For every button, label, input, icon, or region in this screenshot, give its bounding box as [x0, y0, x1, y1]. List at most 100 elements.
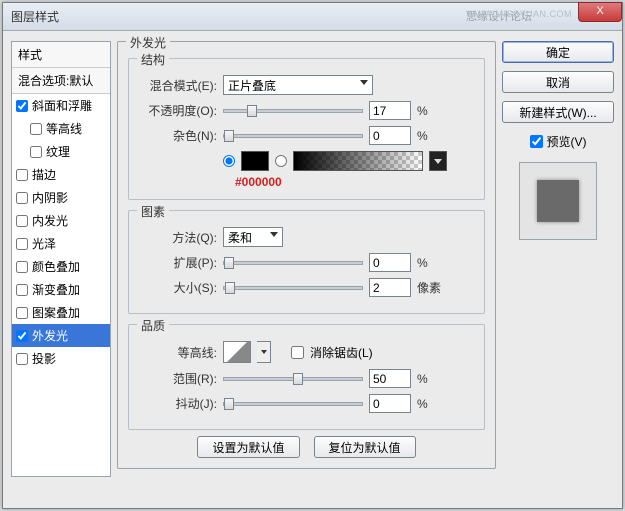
close-button[interactable]: X [578, 2, 622, 22]
sidebar-item-8[interactable]: 渐变叠加 [12, 278, 110, 301]
style-checkbox[interactable] [16, 307, 28, 319]
sidebar-blend-options[interactable]: 混合选项:默认 [12, 68, 110, 94]
technique-value: 柔和 [228, 229, 252, 246]
sidebar-item-11[interactable]: 投影 [12, 347, 110, 370]
hex-annotation: #000000 [235, 175, 474, 189]
blend-mode-select[interactable]: 正片叠底 [223, 75, 373, 95]
sidebar-item-1[interactable]: 等高线 [12, 117, 110, 140]
sidebar-item-2[interactable]: 纹理 [12, 140, 110, 163]
reset-default-button[interactable]: 复位为默认值 [314, 436, 416, 458]
style-checkbox[interactable] [16, 330, 28, 342]
range-label: 范围(R): [139, 370, 217, 387]
sidebar-item-10[interactable]: 外发光 [12, 324, 110, 347]
sidebar-item-0[interactable]: 斜面和浮雕 [12, 94, 110, 117]
sidebar-item-label: 光泽 [32, 235, 56, 252]
preview-check-row: 预览(V) [502, 133, 614, 150]
style-checkbox[interactable] [30, 123, 42, 135]
structure-group: 结构 混合模式(E): 正片叠底 不透明度(O): % 杂色( [128, 58, 485, 200]
style-checkbox[interactable] [30, 146, 42, 158]
contour-picker[interactable] [223, 341, 251, 363]
sidebar-item-label: 内发光 [32, 212, 68, 229]
size-unit: 像素 [417, 279, 441, 296]
style-checkbox[interactable] [16, 353, 28, 365]
contour-label: 等高线: [139, 344, 217, 361]
style-checkbox[interactable] [16, 238, 28, 250]
sidebar-item-label: 外发光 [32, 327, 68, 344]
blend-mode-value: 正片叠底 [228, 77, 276, 94]
defaults-row: 设置为默认值 复位为默认值 [128, 436, 485, 458]
noise-unit: % [417, 129, 428, 143]
sidebar-item-3[interactable]: 描边 [12, 163, 110, 186]
outer-glow-group: 外发光 结构 混合模式(E): 正片叠底 不透明度(O): % [117, 41, 496, 469]
cancel-button[interactable]: 取消 [502, 71, 614, 93]
layer-style-dialog: 图层样式 思缘设计论坛 WWW.MISSYUAN.COM X 样式 混合选项:默… [2, 2, 623, 509]
noise-input[interactable] [369, 126, 411, 145]
technique-label: 方法(Q): [139, 229, 217, 246]
opacity-slider[interactable] [223, 109, 363, 113]
sidebar-item-label: 内阴影 [32, 189, 68, 206]
size-input[interactable] [369, 278, 411, 297]
size-slider[interactable] [223, 286, 363, 290]
spread-unit: % [417, 256, 428, 270]
color-swatch[interactable] [241, 151, 269, 171]
color-gradient-radio[interactable] [275, 155, 287, 167]
style-checkbox[interactable] [16, 215, 28, 227]
color-solid-radio[interactable] [223, 155, 235, 167]
style-checkbox[interactable] [16, 284, 28, 296]
spread-label: 扩展(P): [139, 254, 217, 271]
sidebar-item-label: 颜色叠加 [32, 258, 80, 275]
sidebar-item-4[interactable]: 内阴影 [12, 186, 110, 209]
gradient-dropdown[interactable] [429, 151, 447, 171]
style-checkbox[interactable] [16, 261, 28, 273]
sidebar-item-6[interactable]: 光泽 [12, 232, 110, 255]
styles-sidebar: 样式 混合选项:默认 斜面和浮雕等高线纹理描边内阴影内发光光泽颜色叠加渐变叠加图… [11, 41, 111, 477]
panel-title: 外发光 [126, 34, 170, 51]
noise-slider[interactable] [223, 134, 363, 138]
technique-select[interactable]: 柔和 [223, 227, 283, 247]
sidebar-item-label: 描边 [32, 166, 56, 183]
sidebar-item-5[interactable]: 内发光 [12, 209, 110, 232]
opacity-label: 不透明度(O): [139, 102, 217, 119]
sidebar-item-9[interactable]: 图案叠加 [12, 301, 110, 324]
elements-group: 图素 方法(Q): 柔和 扩展(P): % 大小(S): [128, 210, 485, 314]
preview-checkbox[interactable] [530, 135, 543, 148]
quality-legend: 品质 [137, 317, 169, 334]
gradient-swatch[interactable] [293, 151, 423, 171]
content: 样式 混合选项:默认 斜面和浮雕等高线纹理描边内阴影内发光光泽颜色叠加渐变叠加图… [3, 31, 622, 487]
sidebar-header[interactable]: 样式 [12, 42, 110, 68]
jitter-label: 抖动(J): [139, 395, 217, 412]
contour-dropdown[interactable] [257, 341, 271, 363]
preview-box [519, 162, 597, 240]
window-title: 图层样式 [11, 8, 59, 25]
ok-button[interactable]: 确定 [502, 41, 614, 63]
style-checkbox[interactable] [16, 100, 28, 112]
forum-url: WWW.MISSYUAN.COM [466, 9, 572, 19]
titlebar: 图层样式 思缘设计论坛 WWW.MISSYUAN.COM X [3, 3, 622, 31]
noise-label: 杂色(N): [139, 127, 217, 144]
structure-legend: 结构 [137, 51, 169, 68]
antialias-label: 消除锯齿(L) [310, 344, 373, 361]
spread-slider[interactable] [223, 261, 363, 265]
spread-input[interactable] [369, 253, 411, 272]
preview-swatch [537, 180, 579, 222]
main-panel: 外发光 结构 混合模式(E): 正片叠底 不透明度(O): % [117, 41, 496, 477]
sidebar-item-7[interactable]: 颜色叠加 [12, 255, 110, 278]
range-input[interactable] [369, 369, 411, 388]
set-default-button[interactable]: 设置为默认值 [197, 436, 299, 458]
size-label: 大小(S): [139, 279, 217, 296]
antialias-checkbox[interactable] [291, 346, 304, 359]
new-style-button[interactable]: 新建样式(W)... [502, 101, 614, 123]
right-panel: 确定 取消 新建样式(W)... 预览(V) [502, 41, 614, 477]
sidebar-item-label: 渐变叠加 [32, 281, 80, 298]
range-slider[interactable] [223, 377, 363, 381]
style-checkbox[interactable] [16, 192, 28, 204]
preview-label: 预览(V) [547, 133, 587, 150]
jitter-slider[interactable] [223, 402, 363, 406]
style-checkbox[interactable] [16, 169, 28, 181]
opacity-unit: % [417, 104, 428, 118]
sidebar-item-label: 等高线 [46, 120, 82, 137]
jitter-input[interactable] [369, 394, 411, 413]
sidebar-item-label: 纹理 [46, 143, 70, 160]
opacity-input[interactable] [369, 101, 411, 120]
sidebar-item-label: 投影 [32, 350, 56, 367]
